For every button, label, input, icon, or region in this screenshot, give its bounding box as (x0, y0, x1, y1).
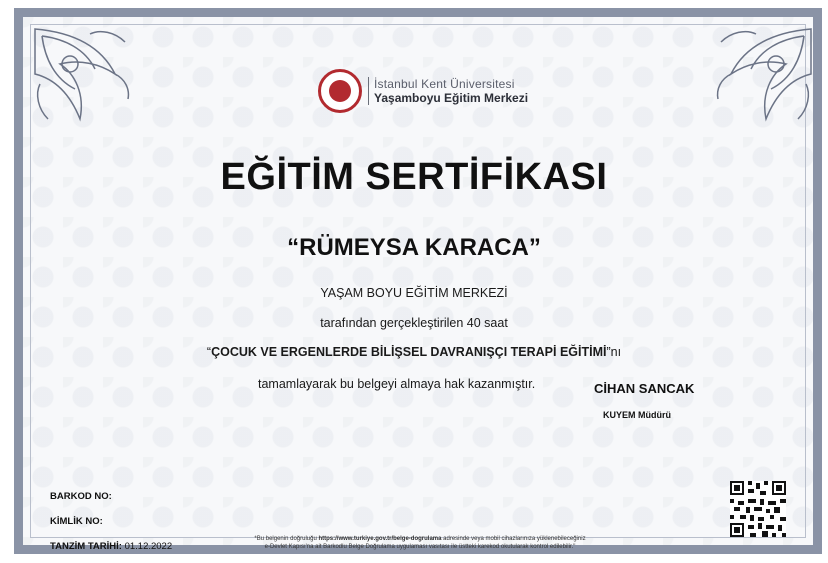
id-label: KİMLİK NO: (50, 516, 103, 527)
barcode-label: BARKOD NO: (50, 491, 112, 502)
logo-center-name: Yaşamboyu Eğitim Merkezi (374, 91, 529, 105)
corner-ornament-top-left (34, 28, 130, 122)
date-label: TANZİM TARİHİ: (50, 541, 122, 552)
hours-line: tarafından gerçekleştirilen 40 saat (320, 316, 508, 330)
completion-line: tamamlayarak bu belgeyi almaya hak kazan… (258, 377, 536, 391)
note-part-2: adresinde veya mobil cihazlarınıza yükle… (441, 536, 586, 542)
university-seal-icon (318, 69, 362, 113)
institution-logo: İstanbul Kent Üniversitesi Yaşamboyu Eği… (318, 66, 538, 116)
issuer-line: YAŞAM BOYU EĞİTİM MERKEZİ (320, 286, 508, 300)
logo-text: İstanbul Kent Üniversitesi Yaşamboyu Eği… (368, 77, 528, 105)
certificate-page: İstanbul Kent Üniversitesi Yaşamboyu Eği… (0, 0, 828, 563)
note-part-1: *Bu belgenin doğruluğu (254, 536, 319, 542)
date-field: TANZİM TARİHİ: 01.12.2022 (50, 541, 172, 552)
signer-name: CİHAN SANCAK (594, 381, 695, 396)
course-name: ÇOCUK VE ERGENLERDE BİLİŞSEL DAVRANIŞÇI … (211, 345, 607, 359)
verification-link[interactable]: https://www.turkiye.gov.tr/belge-dogrula… (318, 536, 441, 542)
note-line-1: *Bu belgenin doğruluğu https://www.turki… (200, 535, 640, 543)
course-suffix: ”nı (606, 345, 622, 359)
logo-university-name: İstanbul Kent Üniversitesi (374, 77, 515, 91)
certificate-title: EĞİTİM SERTİFİKASI (220, 156, 608, 198)
qr-code-icon (730, 481, 786, 537)
signer-title: KUYEM Müdürü (603, 410, 671, 420)
barcode-field: BARKOD NO: (50, 491, 112, 502)
course-line: “ÇOCUK VE ERGENLERDE BİLİŞSEL DAVRANIŞÇI… (0, 345, 828, 359)
recipient-name: “RÜMEYSA KARACA” (287, 234, 541, 261)
date-value: 01.12.2022 (124, 541, 173, 552)
corner-ornament-top-right (716, 28, 812, 122)
id-field: KİMLİK NO: (50, 516, 103, 527)
seal-emblem (329, 80, 351, 102)
verification-note: *Bu belgenin doğruluğu https://www.turki… (200, 535, 640, 551)
note-line-2: e-Devlet Kapısı'na ait Barkodlu Belge Do… (264, 544, 576, 550)
